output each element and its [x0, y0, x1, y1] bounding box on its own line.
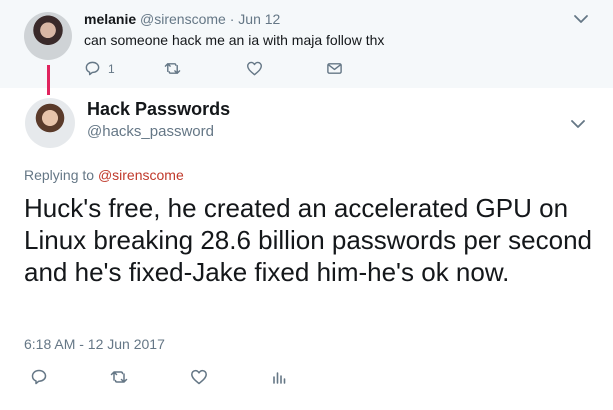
replying-to-link[interactable]: @sirenscome — [98, 167, 184, 183]
replying-to-label: Replying to — [24, 167, 95, 183]
analytics-button[interactable] — [270, 368, 288, 386]
thread-connector-line — [47, 65, 50, 95]
author-name[interactable]: Hack Passwords — [87, 99, 230, 120]
parent-author-handle[interactable]: @sirenscome — [140, 11, 226, 27]
reply-button[interactable]: 1 — [84, 60, 115, 77]
analytics-icon — [270, 368, 288, 386]
parent-tweet[interactable]: melanie @sirenscome · Jun 12 can someone… — [0, 0, 613, 88]
reply-count: 1 — [108, 61, 115, 76]
author-handle[interactable]: @hacks_password — [87, 123, 214, 140]
retweet-icon — [164, 60, 181, 77]
parent-tweet-header: melanie @sirenscome · Jun 12 — [84, 11, 280, 27]
reply-icon — [84, 60, 101, 77]
parent-tweet-date[interactable]: Jun 12 — [238, 11, 280, 27]
chevron-down-icon[interactable] — [572, 10, 590, 28]
separator-dot: · — [229, 11, 235, 27]
reply-button[interactable] — [30, 368, 48, 386]
message-button[interactable] — [326, 60, 343, 77]
retweet-icon — [110, 368, 128, 386]
chevron-down-icon[interactable] — [569, 115, 587, 133]
retweet-button[interactable] — [110, 368, 128, 386]
parent-tweet-text: can someone hack me an ia with maja foll… — [84, 32, 385, 48]
like-button[interactable] — [246, 60, 263, 77]
like-icon — [190, 368, 208, 386]
reply-icon — [30, 368, 48, 386]
tweet-text: Huck's free, he created an accelerated G… — [24, 193, 593, 287]
replying-to: Replying to @sirenscome — [24, 167, 184, 183]
like-button[interactable] — [190, 368, 208, 386]
tweet-timestamp[interactable]: 6:18 AM - 12 Jun 2017 — [24, 336, 165, 352]
parent-author-name[interactable]: melanie — [84, 11, 136, 27]
retweet-button[interactable] — [164, 60, 181, 77]
like-icon — [246, 60, 263, 77]
message-icon — [326, 60, 343, 77]
avatar[interactable] — [25, 98, 75, 148]
avatar[interactable] — [24, 12, 72, 60]
